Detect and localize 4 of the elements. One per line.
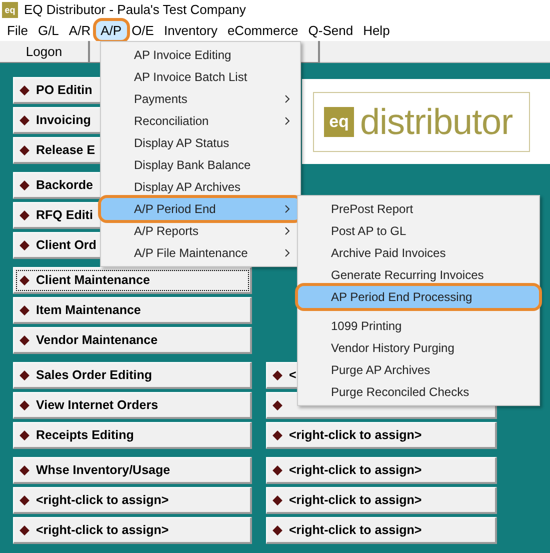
logo-text: distributor [360,102,513,142]
app-icon: eq [2,2,18,18]
window-title: EQ Distributor - Paula's Test Company [24,1,246,20]
logo-mark: eq [324,106,354,136]
